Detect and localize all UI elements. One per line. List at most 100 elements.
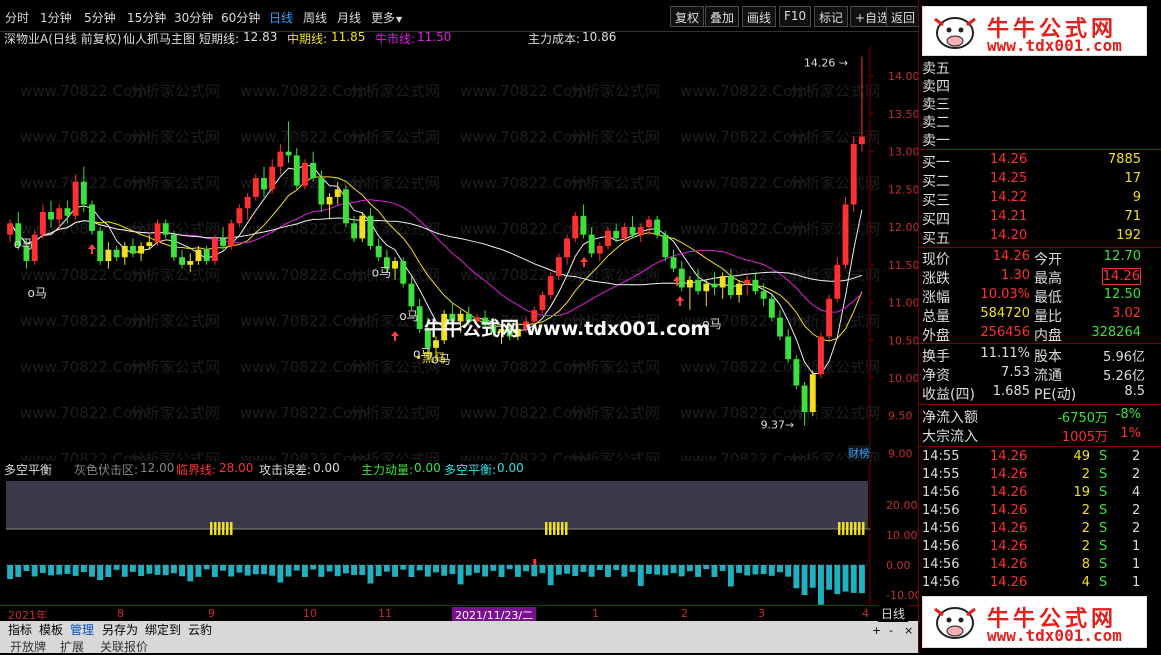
tab-related-quotes[interactable]: 关联报价 xyxy=(98,638,150,655)
candle-body[interactable] xyxy=(252,178,259,197)
period-more[interactable]: 更多▼ xyxy=(371,9,402,26)
candle-body[interactable] xyxy=(678,268,685,288)
candle-body[interactable] xyxy=(809,374,816,412)
candle-body[interactable] xyxy=(637,227,644,235)
candlestick-chart[interactable]: www.70822.Com分析家公式网 www.70822.Com分析家公式网 ww… xyxy=(0,46,918,461)
period-30min[interactable]: 30分钟 xyxy=(174,9,213,26)
candle-body[interactable] xyxy=(138,245,145,254)
candle-body[interactable] xyxy=(351,223,358,239)
candle-body[interactable] xyxy=(760,291,767,299)
candle-body[interactable] xyxy=(670,257,677,269)
candle-body[interactable] xyxy=(64,208,71,216)
bid-price[interactable]: 14.22 xyxy=(990,190,1027,205)
candle-body[interactable] xyxy=(318,178,325,205)
plus-icon[interactable]: + xyxy=(872,624,881,637)
candle-body[interactable] xyxy=(302,162,308,186)
candle-body[interactable] xyxy=(826,298,833,337)
candle-body[interactable] xyxy=(105,249,112,262)
candle-body[interactable] xyxy=(834,264,841,299)
candle-body[interactable] xyxy=(433,340,439,348)
candle-body[interactable] xyxy=(228,223,235,246)
candle-body[interactable] xyxy=(211,238,218,262)
candle-body[interactable] xyxy=(752,279,759,292)
minus-icon[interactable]: - xyxy=(889,624,893,637)
candle-body[interactable] xyxy=(744,279,751,284)
candle-body[interactable] xyxy=(130,245,136,254)
candle-body[interactable] xyxy=(154,223,161,243)
candle-body[interactable] xyxy=(179,257,186,265)
period-15min[interactable]: 15分钟 xyxy=(127,9,166,26)
period-daily[interactable]: 日线 xyxy=(269,9,293,26)
candle-body[interactable] xyxy=(842,204,849,265)
candle-body[interactable] xyxy=(244,196,251,209)
bid-price[interactable]: 14.20 xyxy=(990,228,1027,243)
candle-body[interactable] xyxy=(621,227,628,239)
bid-price[interactable]: 14.25 xyxy=(990,171,1027,186)
candle-body[interactable] xyxy=(727,276,734,295)
tab-indicator[interactable]: 指标 xyxy=(6,621,34,638)
period-fenshi[interactable]: 分时 xyxy=(5,9,29,26)
bid-price[interactable]: 14.21 xyxy=(990,209,1027,224)
period-5min[interactable]: 5分钟 xyxy=(84,9,116,26)
candle-body[interactable] xyxy=(277,151,284,167)
overlay-button[interactable]: 叠加 xyxy=(705,6,740,27)
candle-body[interactable] xyxy=(818,336,824,375)
candle-body[interactable] xyxy=(261,178,267,190)
candle-body[interactable] xyxy=(392,261,398,269)
period-1min[interactable]: 1分钟 xyxy=(40,9,72,26)
candle-body[interactable] xyxy=(662,234,669,258)
candle-body[interactable] xyxy=(187,261,194,265)
tab-extend[interactable]: 扩展 xyxy=(58,638,86,655)
candle-body[interactable] xyxy=(359,215,366,239)
sub-indicator-chart[interactable]: 20.00 10.00 0.00 -10.00 xyxy=(0,461,918,605)
candle-body[interactable] xyxy=(785,336,792,360)
tab-save-as[interactable]: 另存为 xyxy=(100,621,140,638)
candle-body[interactable] xyxy=(572,215,579,239)
candle-body[interactable] xyxy=(269,166,276,190)
candle-body[interactable] xyxy=(408,283,415,307)
candle-body[interactable] xyxy=(777,317,783,337)
bid-price[interactable]: 14.26 xyxy=(990,152,1027,167)
candle-body[interactable] xyxy=(56,208,63,220)
candle-body[interactable] xyxy=(588,234,595,254)
candle-body[interactable] xyxy=(113,249,120,258)
candle-body[interactable] xyxy=(564,238,570,258)
candle-body[interactable] xyxy=(72,181,79,216)
f10-button[interactable]: F10 xyxy=(779,6,812,27)
candle-body[interactable] xyxy=(285,151,292,156)
candle-body[interactable] xyxy=(858,136,865,145)
restore-rights-button[interactable]: 复权 xyxy=(670,6,705,27)
candle-body[interactable] xyxy=(646,219,652,228)
mark-button[interactable]: 标记 xyxy=(814,6,849,27)
candle-body[interactable] xyxy=(719,276,726,288)
candle-body[interactable] xyxy=(547,276,554,295)
candle-body[interactable] xyxy=(367,215,374,246)
tab-bind-to[interactable]: 绑定到 xyxy=(143,621,183,638)
tab-open[interactable]: 开放牌 xyxy=(8,638,48,655)
candle-body[interactable] xyxy=(310,162,317,179)
period-weekly[interactable]: 周线 xyxy=(303,9,327,26)
period-60min[interactable]: 60分钟 xyxy=(221,9,260,26)
candle-body[interactable] xyxy=(850,144,857,205)
candle-body[interactable] xyxy=(80,181,87,205)
draw-line-button[interactable]: 画线 xyxy=(742,6,777,27)
period-right-label[interactable]: 日线 xyxy=(878,605,909,622)
candle-body[interactable] xyxy=(695,279,702,292)
candle-body[interactable] xyxy=(686,279,693,288)
candle-body[interactable] xyxy=(736,283,742,295)
candle-body[interactable] xyxy=(793,359,800,386)
candle-body[interactable] xyxy=(293,155,300,186)
candle-body[interactable] xyxy=(39,212,46,235)
candle-body[interactable] xyxy=(629,227,636,235)
candle-body[interactable] xyxy=(220,238,226,246)
candle-body[interactable] xyxy=(89,204,95,231)
candle-body[interactable] xyxy=(326,196,333,205)
candle-body[interactable] xyxy=(146,242,153,246)
candle-body[interactable] xyxy=(7,223,14,235)
candle-body[interactable] xyxy=(539,295,546,311)
candle-body[interactable] xyxy=(711,283,718,288)
candle-body[interactable] xyxy=(768,298,775,318)
tab-manage[interactable]: 管理 xyxy=(68,621,96,638)
candle-body[interactable] xyxy=(342,189,349,224)
candle-body[interactable] xyxy=(400,261,407,284)
